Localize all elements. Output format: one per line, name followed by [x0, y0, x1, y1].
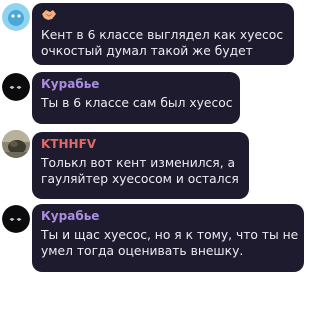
user-avatar-4[interactable] [2, 205, 30, 233]
sender-name[interactable]: KTHHFV [41, 137, 240, 152]
sender-name[interactable] [41, 8, 285, 24]
message-line-2: очкостый думал такой же будет [41, 44, 253, 58]
light-blue-avatar-icon [2, 3, 30, 31]
message-text: Ты в 6 классе сам был хуесос [41, 95, 233, 111]
message-line-1: Ты в 6 классе сам был хуесос [41, 96, 233, 110]
handshake-emoji-icon [42, 10, 56, 20]
message-line-2: гауляйтер хуесосом и остался [41, 172, 239, 186]
message-text: Толькл вот кент изменился, а гауляйтер х… [41, 155, 240, 187]
message-line-1: Толькл вот кент изменился, а [41, 156, 236, 170]
user-avatar-1[interactable] [2, 3, 30, 31]
message-line-2: умел тогда оценивать внешку. [41, 244, 244, 258]
user-avatar-3[interactable] [2, 130, 30, 158]
sender-name[interactable]: Курабье [41, 209, 295, 224]
message-line-1: Ты и щас хуесос, но я к тому, что ты не [41, 228, 299, 242]
message-text: Ты и щас хуесос, но я к тому, что ты не … [41, 227, 299, 259]
dark-avatar-icon [2, 205, 30, 233]
user-avatar-2[interactable] [2, 73, 30, 101]
photo-avatar-icon [2, 130, 30, 158]
message-text: Кент в 6 классе выглядел как хуесос очко… [41, 27, 285, 59]
message-bubble-1[interactable]: Кент в 6 классе выглядел как хуесос очко… [32, 3, 294, 65]
message-bubble-3[interactable]: KTHHFV Толькл вот кент изменился, а гаул… [32, 132, 249, 199]
message-bubble-2[interactable]: Курабье Ты в 6 классе сам был хуесос [32, 72, 240, 124]
dark-avatar-icon [2, 73, 30, 101]
message-bubble-4[interactable]: Курабье Ты и щас хуесос, но я к тому, чт… [32, 204, 304, 272]
sender-name[interactable]: Курабье [41, 77, 231, 92]
message-line-1: Кент в 6 классе выглядел как хуесос [41, 28, 284, 42]
